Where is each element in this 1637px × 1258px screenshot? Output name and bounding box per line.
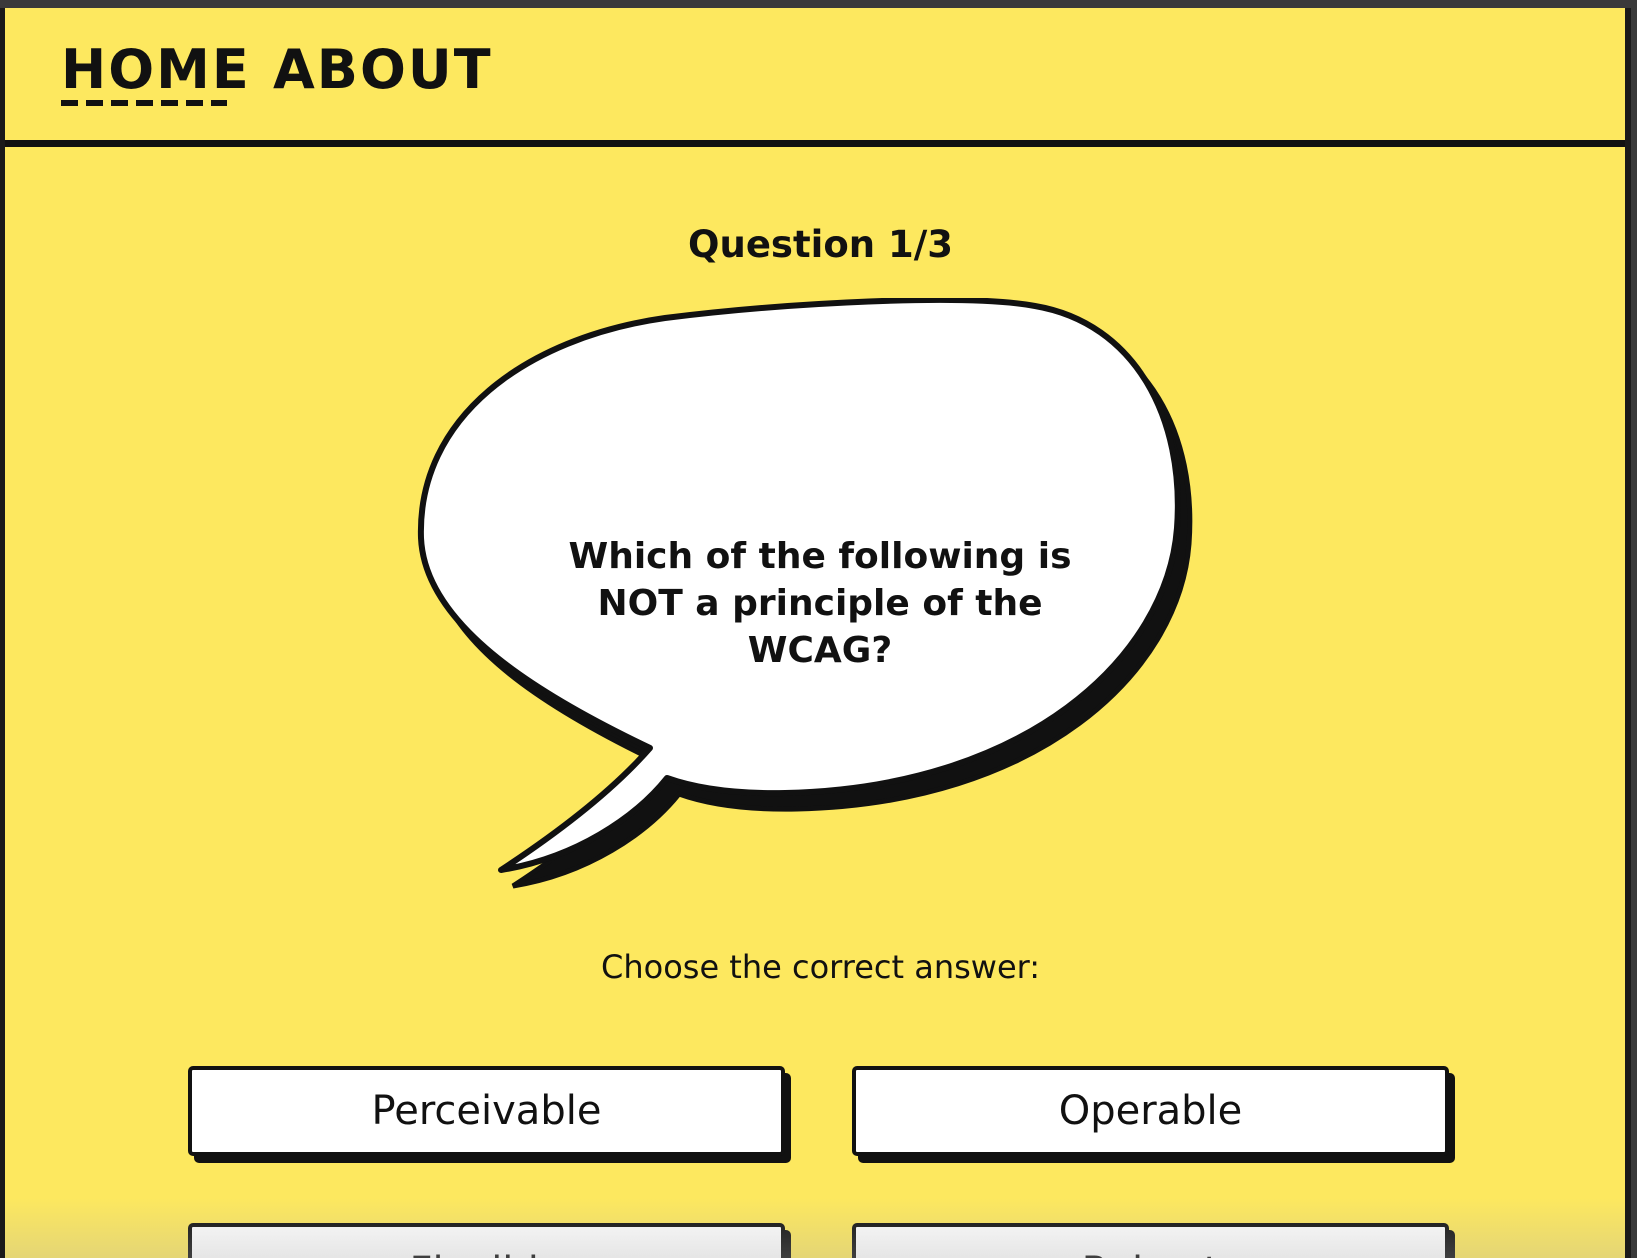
question-counter: Question 1/3 [688,223,953,266]
answer-button-operable[interactable]: Operable [852,1066,1449,1156]
nav-link-home[interactable]: HOME [61,38,251,102]
answer-instruction: Choose the correct answer: [600,948,1040,986]
answer-button-robust[interactable]: Robust [852,1223,1449,1258]
app-window: HOME ABOUT Question 1/3 Which of the fol… [0,8,1631,1258]
nav-link-about[interactable]: ABOUT [273,38,493,102]
top-navigation: HOME ABOUT [5,8,1625,147]
active-nav-indicator [61,100,227,106]
question-text: Which of the following is NOT a principl… [568,536,1072,671]
answer-button-perceivable[interactable]: Perceivable [188,1066,785,1156]
answer-button-flexible[interactable]: Flexible [188,1223,785,1258]
